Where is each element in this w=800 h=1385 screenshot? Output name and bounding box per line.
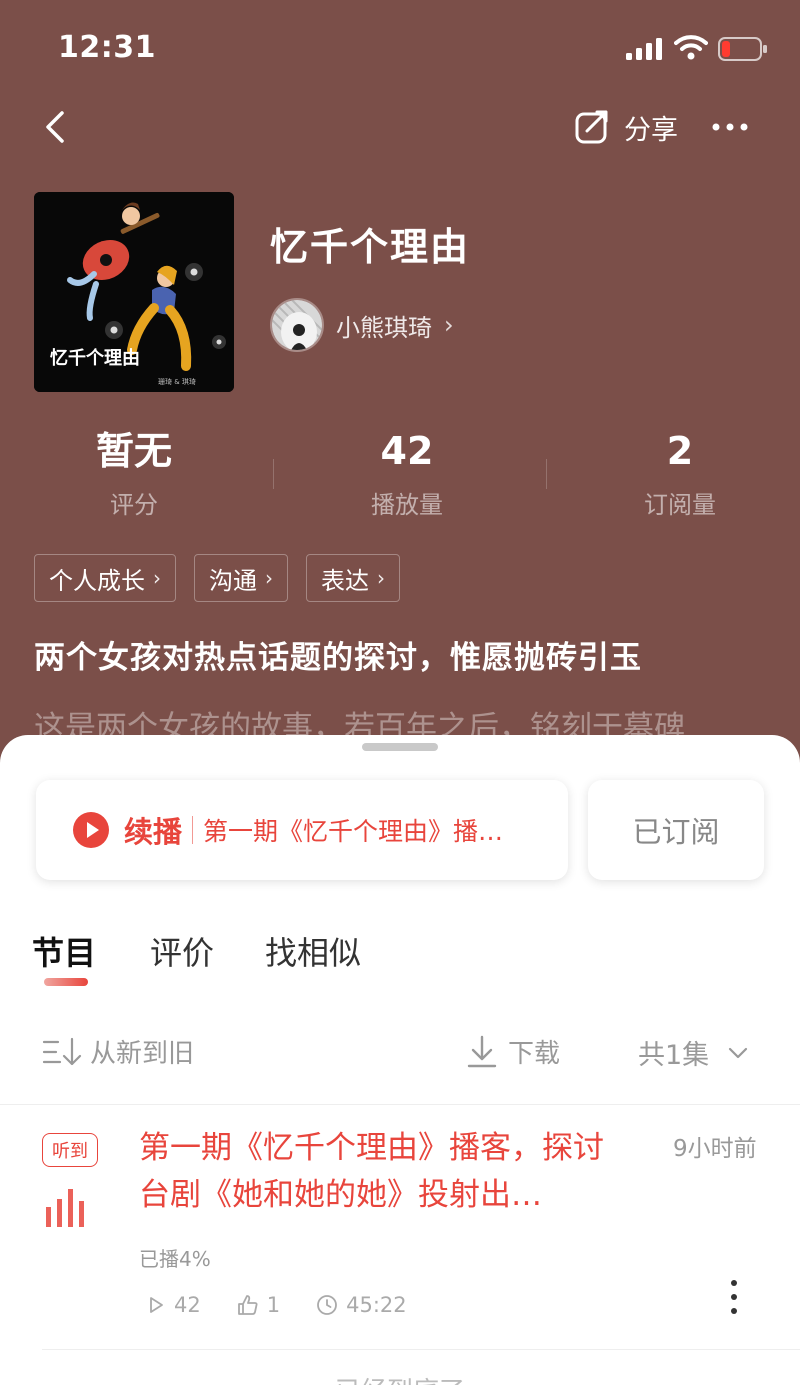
- resume-label: 续播: [124, 815, 183, 849]
- chevron-right-icon: ›: [153, 566, 161, 590]
- heard-badge: 听到: [42, 1133, 98, 1167]
- author-name: 小熊琪琦: [336, 313, 432, 342]
- avatar-image: [272, 300, 322, 350]
- like-count: 1: [266, 1293, 281, 1317]
- stat-label: 订阅量: [644, 491, 716, 519]
- tab-reviews[interactable]: 评价: [150, 928, 214, 974]
- stat-value: 暂无: [95, 429, 172, 473]
- episode-progress: 已播4%: [139, 1247, 211, 1271]
- chevron-right-icon: ›: [265, 566, 273, 590]
- stat-divider: [273, 459, 274, 489]
- chevron-right-icon: ›: [444, 311, 454, 339]
- author-link[interactable]: 小熊琪琦 ›: [270, 298, 454, 352]
- episode-duration: 45:22: [346, 1293, 407, 1317]
- share-label: 分享: [624, 114, 678, 146]
- stat-divider: [546, 459, 547, 489]
- end-of-list-text: 已经到底了: [0, 1371, 800, 1385]
- episode-meta: 42 1 45:22: [146, 1293, 443, 1317]
- episode-count-dropdown[interactable]: 共1集: [638, 1033, 749, 1072]
- album-title: 忆千个理由: [270, 225, 471, 269]
- meta-likes: 1: [237, 1293, 280, 1317]
- battery-icon: [718, 37, 767, 61]
- meta-duration: 45:22: [316, 1293, 407, 1317]
- chevron-down-icon: [729, 1047, 748, 1058]
- stat-value: 2: [666, 429, 694, 473]
- avatar: [270, 298, 324, 352]
- sort-button[interactable]: 从新到旧: [42, 1033, 194, 1070]
- subscribed-button[interactable]: 已订阅: [588, 780, 764, 880]
- resume-episode-title: 第一期《忆千个理由》播…: [203, 817, 504, 846]
- episode-more-button[interactable]: [720, 1275, 748, 1319]
- more-options-button[interactable]: [706, 109, 754, 145]
- download-button[interactable]: 下载: [466, 1033, 560, 1070]
- clock-icon: [317, 1295, 338, 1315]
- more-horizontal-icon: [712, 123, 748, 131]
- stat-subscriptions: 2 订阅量: [580, 425, 780, 520]
- meta-plays: 42: [146, 1293, 201, 1317]
- episode-sheet: 续播 第一期《忆千个理由》播… 已订阅 节目 评价 找相似 从新到旧 下载 共1…: [0, 735, 800, 1385]
- stat-value: 42: [380, 429, 434, 473]
- back-button[interactable]: [36, 103, 80, 151]
- play-outline-icon: [150, 1297, 163, 1313]
- download-label: 下载: [508, 1039, 561, 1069]
- sort-label: 从新到旧: [90, 1039, 195, 1069]
- tag-communication[interactable]: 沟通 ›: [194, 554, 288, 602]
- tag-label: 个人成长: [49, 566, 145, 595]
- tab-indicator: [44, 978, 88, 986]
- share-icon: [575, 110, 608, 144]
- stat-label: 播放量: [371, 491, 443, 519]
- cover-title-text: 忆千个理由: [50, 347, 140, 369]
- tag-expression[interactable]: 表达 ›: [306, 554, 400, 602]
- tab-similar[interactable]: 找相似: [265, 928, 361, 974]
- play-count: 42: [174, 1293, 201, 1317]
- sheet-drag-handle[interactable]: [362, 743, 438, 751]
- resume-play-button[interactable]: 续播 第一期《忆千个理由》播…: [36, 780, 568, 880]
- episode-count-label: 共1集: [638, 1040, 710, 1071]
- stat-rating: 暂无 评分: [34, 425, 234, 520]
- wifi-icon: [674, 35, 708, 60]
- stat-plays: 42 播放量: [307, 425, 507, 520]
- tag-personal-growth[interactable]: 个人成长 ›: [34, 554, 176, 602]
- tag-label: 表达: [321, 566, 369, 595]
- thumbs-up-icon: [237, 1295, 258, 1315]
- tab-episodes[interactable]: 节目: [32, 928, 96, 974]
- divider: [0, 1104, 800, 1105]
- status-time: 12:31: [58, 30, 156, 65]
- download-icon: [467, 1035, 497, 1067]
- episode-title: 第一期《忆千个理由》播客，探讨台剧《她和她的她》投射出…: [139, 1130, 604, 1213]
- chevron-left-icon: [46, 111, 64, 143]
- episode-timestamp: 9小时前: [673, 1136, 757, 1162]
- divider: [192, 816, 194, 844]
- stats-row: 暂无 评分 42 播放量 2 订阅量: [0, 425, 800, 525]
- tag-label: 沟通: [209, 566, 257, 595]
- nav-bar: 分享: [0, 95, 800, 159]
- more-vertical-icon: [731, 1280, 737, 1314]
- episode-item[interactable]: 听到 第一期《忆千个理由》播客，探讨台剧《她和她的她》投射出… 9小时前 已播4…: [0, 1125, 800, 1350]
- share-button[interactable]: 分享: [572, 105, 678, 149]
- play-circle-icon: [73, 812, 109, 848]
- cover-illustration: 忆千个理由 珊琦 & 琪琦: [34, 192, 234, 392]
- signal-icon: [626, 38, 662, 60]
- status-bar: 12:31: [0, 0, 800, 95]
- stat-label: 评分: [110, 491, 158, 519]
- tag-list: 个人成长 › 沟通 › 表达 ›: [34, 554, 400, 602]
- chevron-right-icon: ›: [377, 566, 385, 590]
- cover-subtitle-text: 珊琦 & 琪琦: [158, 377, 196, 386]
- list-toolbar: 从新到旧 下载 共1集: [0, 1025, 800, 1077]
- divider: [42, 1349, 800, 1350]
- playing-bars-icon: [46, 1189, 84, 1227]
- album-tagline: 两个女孩对热点话题的探讨，惟愿抛砖引玉: [34, 640, 642, 676]
- album-cover[interactable]: 忆千个理由 珊琦 & 琪琦: [34, 192, 234, 392]
- sort-descending-icon: [42, 1037, 82, 1065]
